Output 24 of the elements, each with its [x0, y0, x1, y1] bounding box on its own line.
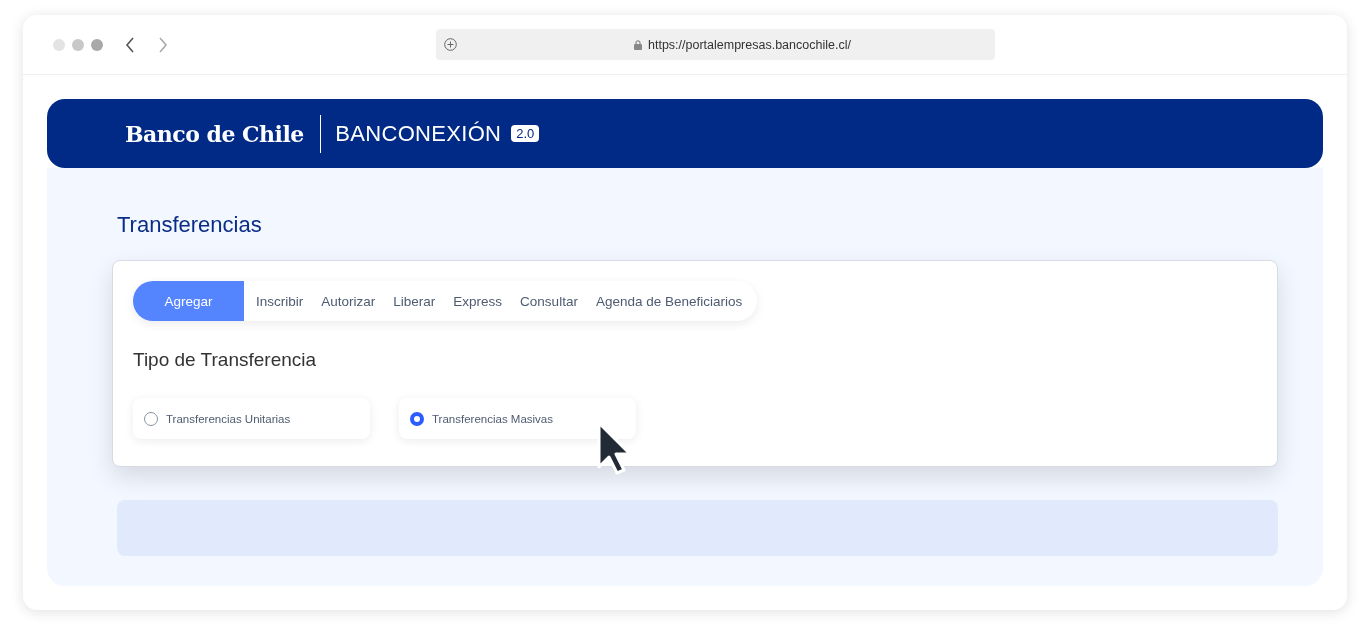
radio-option[interactable]: Transferencias Masivas [399, 398, 636, 439]
tab[interactable]: Autorizar [312, 281, 385, 321]
product-name: BANCONEXIÓN [335, 120, 502, 147]
bank-logo: Banco de Chile [125, 120, 304, 147]
tab[interactable]: Agenda de Beneficiarios [586, 281, 752, 321]
option-label: Transferencias Unitarias [166, 412, 291, 425]
radio-button[interactable] [410, 411, 424, 426]
address-bar[interactable]: https://portalempresas.bancochile.cl/ [436, 29, 995, 60]
back-icon[interactable] [125, 36, 135, 53]
tab[interactable]: Express [444, 281, 512, 321]
add-tab-icon[interactable] [444, 38, 457, 51]
tab[interactable]: Liberar [384, 281, 445, 321]
tab[interactable]: Inscribir [247, 281, 313, 321]
window-control-icon[interactable] [72, 38, 84, 51]
page-title: Transferencias [117, 212, 263, 238]
version-badge: 2.0 [511, 125, 540, 142]
window-control-icon[interactable] [91, 38, 103, 51]
lock-icon [634, 39, 642, 50]
option-label: Transferencias Masivas [432, 412, 553, 425]
radio-option[interactable]: Transferencias Unitarias [133, 398, 370, 439]
section-title: Tipo de Transferencia [133, 349, 318, 371]
forward-icon[interactable] [158, 36, 168, 53]
tab[interactable]: Consultar [511, 281, 587, 321]
url-text: https://portalempresas.bancochile.cl/ [648, 37, 851, 52]
